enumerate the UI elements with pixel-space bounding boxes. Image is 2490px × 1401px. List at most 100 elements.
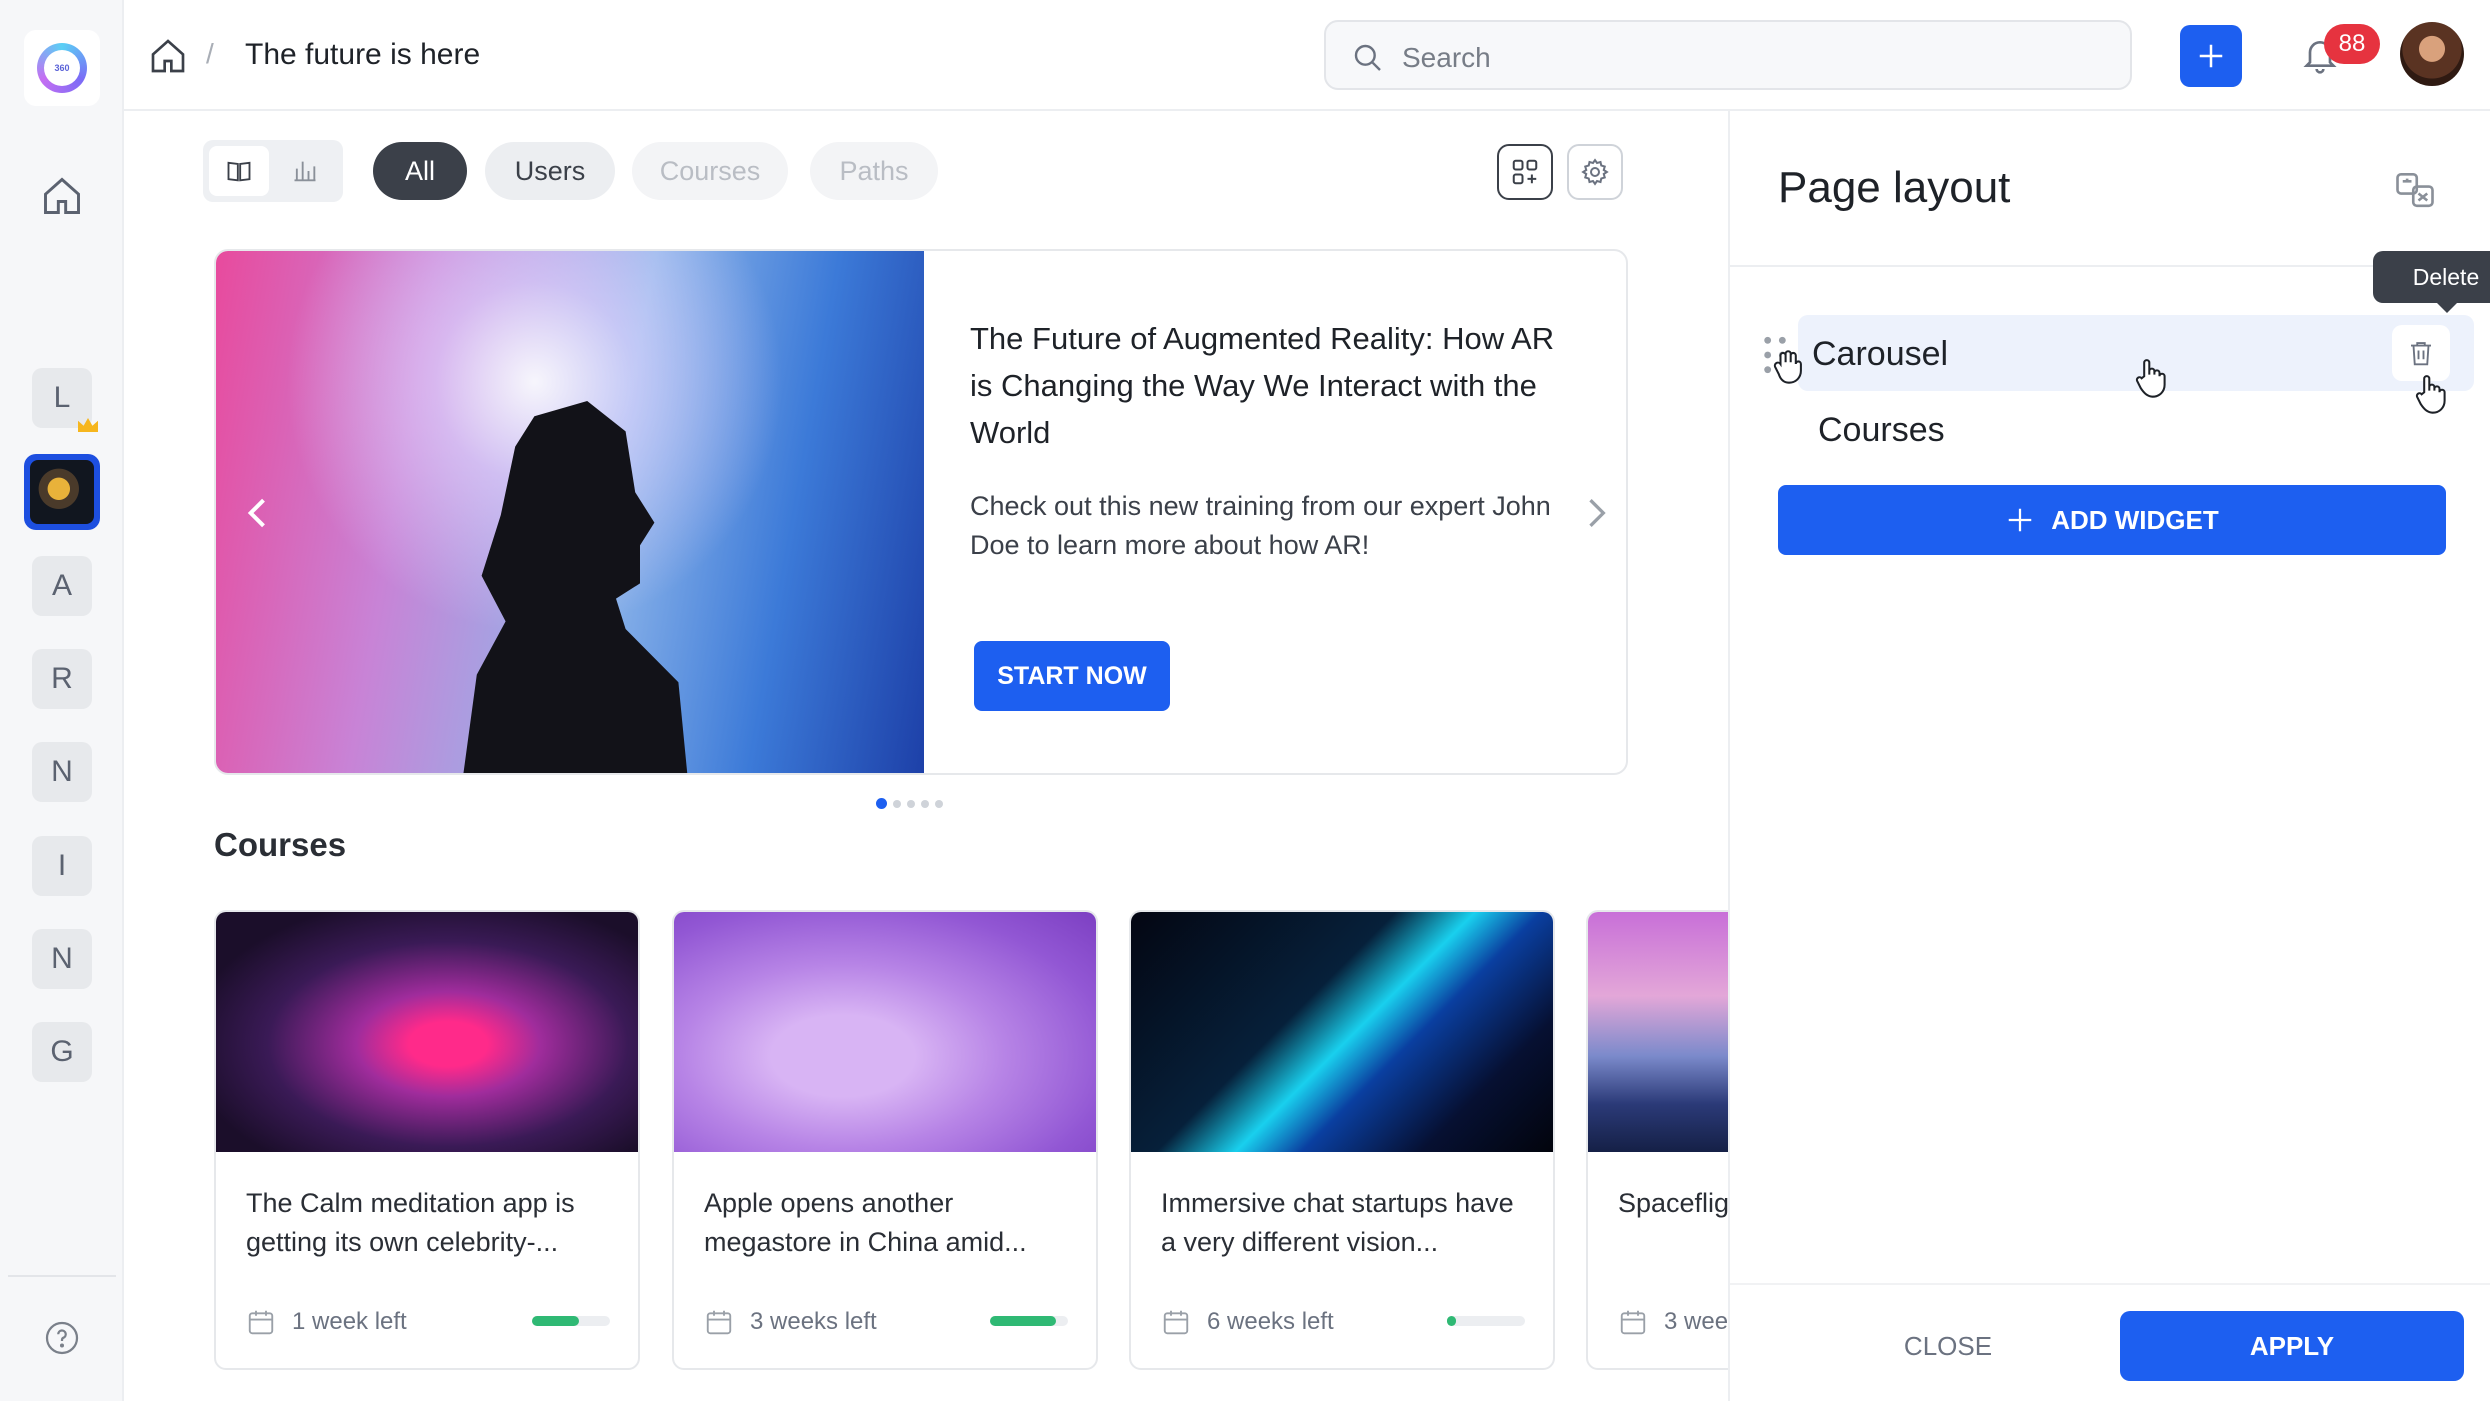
filter-chip-users[interactable]: Users — [485, 142, 615, 200]
progress-fill — [990, 1316, 1057, 1326]
breadcrumb-separator: / — [206, 38, 214, 69]
search-icon — [1354, 44, 1381, 71]
workspace-tile-g[interactable]: G — [32, 1022, 92, 1082]
carousel-image — [216, 251, 924, 773]
breadcrumb-home-icon[interactable] — [148, 36, 188, 76]
workspace-tile-i[interactable]: I — [32, 836, 92, 896]
carousel-dot[interactable] — [907, 799, 915, 808]
course-meta: 3 weeks left — [704, 1306, 877, 1338]
book-view-button[interactable] — [209, 146, 269, 196]
carousel-dot[interactable] — [893, 799, 901, 808]
calendar-icon — [1163, 1310, 1189, 1335]
tile-label: A — [51, 569, 72, 602]
view-toggle — [203, 140, 343, 202]
carousel-description: Check out this new training from our exp… — [970, 491, 1551, 560]
close-button[interactable]: CLOSE — [1818, 1311, 2078, 1381]
course-progress — [532, 1316, 610, 1326]
hand-cursor-icon — [2135, 359, 2166, 398]
add-widget-button[interactable]: ADD WIDGET — [1778, 485, 2446, 555]
tile-label: R — [51, 662, 73, 695]
translate-icon[interactable] — [2394, 169, 2436, 211]
filter-chip-courses[interactable]: Courses — [632, 142, 788, 200]
plus-icon — [2199, 44, 2223, 68]
top-bar: / The future is here Search 88 — [124, 0, 2490, 111]
workspace-tile-l[interactable]: L — [32, 368, 98, 432]
stats-view-button[interactable] — [275, 146, 335, 196]
settings-button[interactable] — [1567, 144, 1623, 200]
course-thumbnail — [674, 912, 1096, 1152]
carousel-dot[interactable] — [935, 799, 943, 808]
workspace-tile-a[interactable]: A — [32, 556, 92, 616]
workspace-tile-n[interactable]: N — [32, 742, 92, 802]
featured-carousel: The Future of Augmented Reality: How AR … — [214, 249, 1628, 775]
plus-icon — [2008, 508, 2032, 532]
search-placeholder: Search — [1402, 42, 1491, 73]
workspace-tile-n2[interactable]: N — [32, 929, 92, 989]
logo-text: 360 — [44, 50, 80, 86]
tile-label: N — [51, 942, 73, 975]
carousel-pagination — [876, 798, 943, 809]
course-meta: 1 week left — [246, 1306, 407, 1338]
help-icon[interactable] — [44, 1320, 80, 1356]
carousel-dot[interactable] — [876, 798, 887, 809]
robot-avatar-icon — [30, 460, 94, 524]
panel-footer-divider — [1730, 1283, 2490, 1285]
rail-divider — [8, 1275, 116, 1277]
tile-label: N — [51, 755, 73, 788]
progress-fill — [532, 1316, 579, 1326]
home-icon[interactable] — [40, 174, 84, 218]
hand-cursor-icon — [2415, 375, 2446, 414]
filter-chip-all[interactable]: All — [373, 142, 467, 200]
apply-button[interactable]: APPLY — [2120, 1311, 2464, 1381]
course-meta: 3 wee — [1618, 1306, 1728, 1338]
course-due: 3 weeks left — [750, 1308, 877, 1335]
course-due: 6 weeks left — [1207, 1308, 1334, 1335]
widget-label: Carousel — [1812, 335, 1949, 373]
course-progress — [1447, 1316, 1525, 1326]
notification-badge: 88 — [2324, 24, 2380, 64]
chevron-left-icon[interactable] — [236, 491, 280, 535]
course-meta: 6 weeks left — [1161, 1306, 1334, 1338]
course-card[interactable]: Immersive chat startups have a very diff… — [1129, 910, 1555, 1370]
workspace-tile-active[interactable] — [24, 454, 100, 530]
course-title: Spaceflig orbital tr satellite — [1618, 1188, 1728, 1218]
course-title: Apple opens another megastore in China a… — [704, 1188, 1027, 1257]
add-button[interactable] — [2180, 25, 2242, 87]
left-rail: 360 L A R N I N G — [0, 0, 124, 1401]
progress-fill — [1447, 1316, 1457, 1326]
grab-cursor-icon — [1773, 350, 1802, 384]
calendar-icon — [706, 1310, 732, 1335]
course-thumbnail — [1131, 912, 1553, 1152]
widget-row-courses[interactable]: Courses — [1818, 411, 1945, 450]
course-title: Immersive chat startups have a very diff… — [1161, 1188, 1514, 1257]
start-now-button[interactable]: START NOW — [974, 641, 1170, 711]
chevron-right-icon[interactable] — [1574, 491, 1618, 535]
trash-icon — [2411, 342, 2431, 366]
grid-plus-icon — [1512, 159, 1538, 185]
user-avatar[interactable] — [2400, 22, 2464, 86]
book-icon — [227, 161, 251, 182]
filter-chip-paths[interactable]: Paths — [810, 142, 938, 200]
tile-label: L — [53, 381, 71, 414]
widgets-layout-button[interactable] — [1497, 144, 1553, 200]
crown-icon — [78, 418, 98, 432]
tile-label: G — [50, 1035, 74, 1068]
workspace-tile-r[interactable]: R — [32, 649, 92, 709]
course-thumbnail — [1588, 912, 1728, 1152]
course-progress — [990, 1316, 1068, 1326]
panel-title: Page layout — [1778, 163, 2011, 212]
tile-label: I — [57, 849, 67, 882]
add-widget-label: ADD WIDGET — [2051, 504, 2219, 535]
course-card[interactable]: The Calm meditation app is getting its o… — [214, 910, 640, 1370]
course-thumbnail — [216, 912, 638, 1152]
course-due: 1 week left — [292, 1308, 407, 1335]
delete-tooltip: Delete — [2373, 251, 2490, 313]
course-title: The Calm meditation app is getting its o… — [246, 1188, 575, 1257]
course-card[interactable]: Spaceflig orbital tr satellite 3 wee — [1586, 910, 1728, 1370]
gear-icon — [1581, 158, 1609, 186]
carousel-dot[interactable] — [921, 799, 929, 808]
carousel-title: The Future of Augmented Reality: How AR … — [970, 321, 1555, 450]
app-logo[interactable]: 360 — [24, 30, 100, 106]
course-card[interactable]: Apple opens another megastore in China a… — [672, 910, 1098, 1370]
search-input[interactable]: Search — [1324, 20, 2132, 90]
